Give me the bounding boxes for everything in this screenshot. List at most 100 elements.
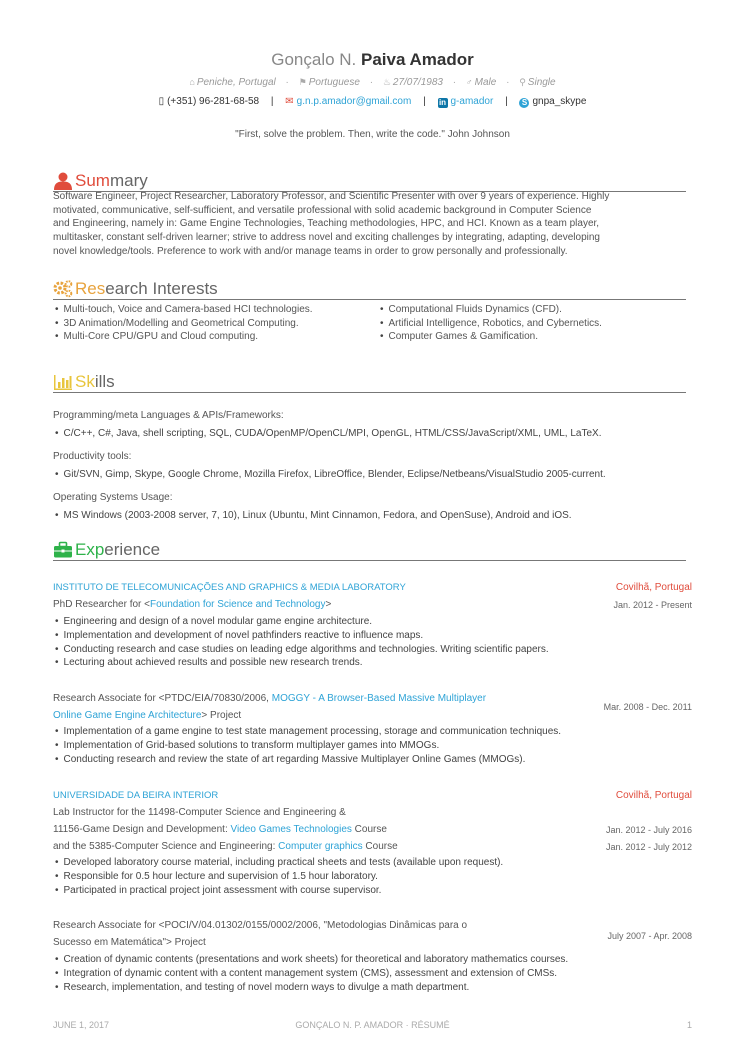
role-link[interactable]: Video Games Technologies [231, 824, 352, 835]
skills-group-label: Productivity tools: [53, 451, 132, 462]
list-item: Research, implementation, and testing of… [53, 981, 703, 995]
heading-highlight: Sk [75, 372, 95, 391]
summary-text: Software Engineer, Project Researcher, L… [53, 190, 693, 259]
section-experience-title: Experience [53, 540, 686, 562]
organization-name: INSTITUTO DE TELECOMUNICAÇÕES AND GRAPHI… [53, 582, 406, 593]
organization-name: UNIVERSIDADE DA BEIRA INTERIOR [53, 790, 219, 801]
location: Peniche, Portugal [196, 77, 276, 88]
heading-highlight: Res [75, 279, 106, 298]
list-item: Participated in practical project joint … [53, 884, 703, 898]
job-role: Research Associate for <POCI/V/04.01302/… [53, 920, 468, 931]
list-item: Conducting research and review the state… [53, 753, 703, 767]
heading-highlight: Exp [75, 540, 105, 559]
list-item: Computational Fluids Dynamics (CFD). [378, 303, 602, 317]
marital-status: Single [527, 77, 556, 88]
contact-info: ▯ (+351) 96-281-68-58 | ✉ g.n.p.amador@gma… [0, 96, 745, 108]
role-link[interactable]: Foundation for Science and Technology [150, 599, 326, 610]
summary-line: and Engineering, namely in: Game Engine … [53, 218, 600, 230]
section-heading: Skills [75, 372, 117, 392]
separator: · [285, 77, 289, 88]
section-rule [53, 299, 686, 300]
birthday-cake-icon: ♨ [382, 77, 391, 87]
user-icon [54, 172, 72, 190]
job-role: Lab Instructor for the 11498-Computer Sc… [53, 807, 346, 818]
resume-name: Gonçalo N. Paiva Amador [0, 50, 745, 70]
job-role: 11156-Game Design and Development: Video… [53, 824, 387, 835]
job-date: Jan. 2012 - July 2016 [605, 825, 692, 835]
section-heading: Summary [75, 171, 150, 191]
skills-group-item: Git/SVN, Gimp, Skype, Google Chrome, Moz… [53, 469, 606, 480]
skills-group-label: Operating Systems Usage: [53, 492, 173, 503]
skills-group-label: Programming/meta Languages & APIs/Framew… [53, 410, 284, 421]
single-icon: ⚲ [519, 77, 526, 87]
job-role: Research Associate for <PTDC/EIA/70830/2… [53, 693, 486, 704]
section-rule [53, 392, 686, 393]
list-item: Engineering and design of a novel modula… [53, 615, 703, 629]
summary-line: multitasker, constant self-driven learne… [53, 232, 600, 244]
skype-handle[interactable]: gnpa_skype [532, 96, 586, 107]
email-link[interactable]: g.n.p.amador@gmail.com [297, 96, 412, 107]
quote: "First, solve the problem. Then, write t… [235, 129, 510, 140]
mobile-phone-icon: ▯ [158, 96, 165, 107]
summary-line: novel knowledge/tools. Preference to wor… [53, 245, 568, 257]
list-item: Computer Games & Gamification. [378, 330, 602, 344]
section-research-title: Research Interests [53, 279, 686, 301]
skills-group-item: C/C++, C#, Java, shell scripting, SQL, C… [53, 428, 602, 439]
gender: Male [474, 77, 497, 88]
list-item: 3D Animation/Modelling and Geometrical C… [53, 317, 313, 331]
briefcase-icon [54, 541, 72, 558]
job-role: Online Game Engine Architecture> Project [53, 710, 241, 721]
list-item: Artificial Intelligence, Robotics, and C… [378, 317, 602, 331]
section-skills-title: Skills [53, 372, 686, 394]
job-date: Jan. 2012 - Present [613, 600, 692, 610]
list-item: Implementation and development of novel … [53, 629, 703, 643]
heading-rest: erience [104, 540, 161, 559]
cogs-icon [53, 280, 73, 298]
flag-icon: ⚑ [298, 77, 307, 87]
list-item: Implementation of Grid-based solutions t… [53, 739, 703, 753]
separator: | [423, 96, 426, 107]
role-link[interactable]: Computer graphics [278, 841, 362, 852]
job-date: July 2007 - Apr. 2008 [607, 931, 692, 941]
bar-chart-icon [54, 375, 72, 390]
summary-line: motivated, communicative, self-sufficien… [53, 204, 592, 216]
list-item: Multi-Core CPU/GPU and Cloud computing. [53, 330, 313, 344]
research-column-right: Computational Fluids Dynamics (CFD). Art… [378, 303, 602, 344]
page-number: 1 [686, 1020, 692, 1030]
linkedin-link[interactable]: g-amador [451, 96, 494, 107]
role-link[interactable]: MOGGY - A Browser-Based Massive Multipla… [272, 693, 486, 704]
skype-icon: S [519, 98, 530, 108]
separator: · [452, 77, 457, 88]
separator: | [505, 96, 508, 107]
role-text: and the 5385-Computer Science and Engine… [53, 841, 279, 852]
phone-number: (+351) 96-281-68-58 [167, 96, 260, 107]
job-duties: Engineering and design of a novel modula… [53, 615, 703, 670]
linkedin-icon: in [437, 98, 448, 108]
job-duties: Creation of dynamic contents (presentati… [53, 953, 703, 994]
job-role: Sucesso em Matemática"> Project [53, 937, 206, 948]
separator: · [506, 77, 510, 88]
section-heading: Research Interests [75, 279, 220, 299]
job-role: and the 5385-Computer Science and Engine… [53, 841, 398, 852]
list-item: Creation of dynamic contents (presentati… [53, 953, 703, 967]
list-item: Integration of dynamic content with a co… [53, 967, 703, 981]
heading-rest: ills [94, 372, 115, 391]
birthdate: 27/07/1983 [392, 77, 443, 88]
first-name: Gonçalo N. [271, 50, 357, 69]
role-link[interactable]: Online Game Engine Architecture [53, 710, 201, 721]
role-text: PhD Researcher for < [53, 599, 150, 610]
job-duties: Developed laboratory course material, in… [53, 856, 703, 897]
last-name: Paiva Amador [361, 50, 474, 69]
job-role: PhD Researcher for <Foundation for Scien… [53, 599, 331, 610]
heading-rest: earch Interests [105, 279, 218, 298]
male-icon: ♂ [465, 77, 473, 87]
list-item: Responsible for 0.5 hour lecture and sup… [53, 870, 703, 884]
separator: · [369, 77, 374, 88]
research-column-left: Multi-touch, Voice and Camera-based HCI … [53, 303, 313, 344]
footer-title: GONÇALO N. P. AMADOR · RÉSUMÉ [295, 1020, 450, 1030]
home-icon: ⌂ [189, 77, 195, 87]
organization-location: Covilhã, Portugal [615, 790, 692, 801]
role-text: 11156-Game Design and Development: [53, 824, 231, 835]
role-text: > [325, 599, 332, 610]
role-text: Course [351, 824, 387, 835]
